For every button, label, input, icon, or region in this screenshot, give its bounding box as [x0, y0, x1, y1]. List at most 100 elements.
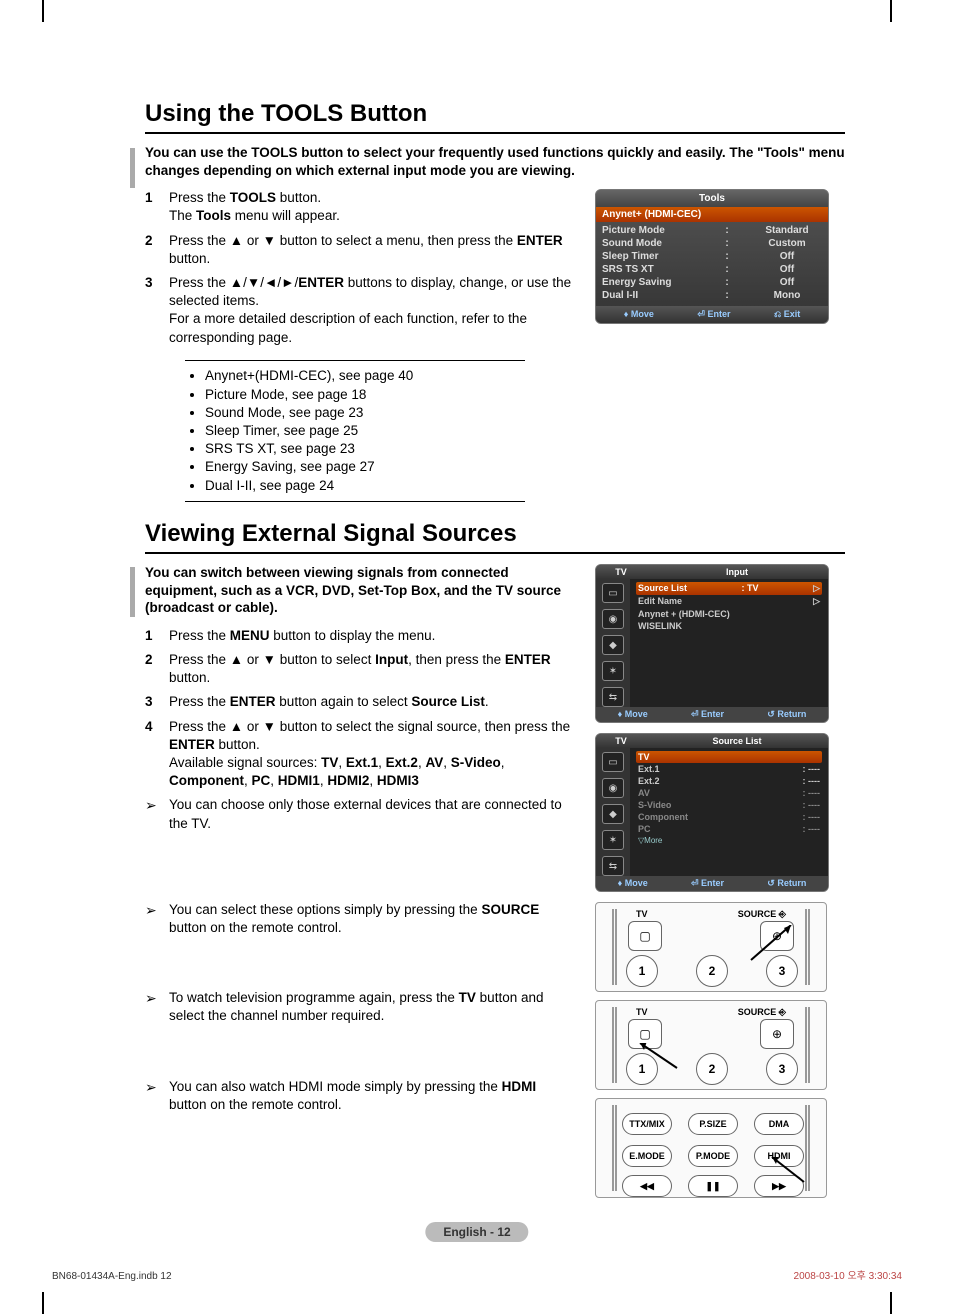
- step-body: Press the TOOLS button. The Tools menu w…: [169, 189, 575, 225]
- osd-item: Edit Name▷: [636, 595, 822, 608]
- channel-icon: ◆: [602, 635, 624, 655]
- osd-item: Anynet + (HDMI-CEC): [636, 608, 822, 620]
- bullet-item: Energy Saving, see page 27: [205, 458, 525, 476]
- osd-title: Tools: [596, 190, 828, 207]
- page-footer: English - 12: [425, 1222, 528, 1242]
- osd-item: WISELINK: [636, 620, 822, 632]
- step-number: 1: [145, 627, 169, 645]
- bullet-item: SRS TS XT, see page 23: [205, 440, 525, 458]
- indb-footer: BN68-01434A-Eng.indb 12: [52, 1271, 172, 1282]
- osd-highlight: Anynet+ (HDMI-CEC): [596, 207, 828, 222]
- input-icon: ⇆: [602, 687, 624, 707]
- remote-source-btn: ⊕: [760, 1019, 794, 1049]
- remote-hdmi: TTX/MIX P.SIZE DMA E.MODE P.MODE HDMI ◀◀…: [595, 1098, 827, 1198]
- note-arrow-icon: ➢: [145, 796, 169, 832]
- sound-icon: ◉: [602, 778, 624, 798]
- bullet-item: Sound Mode, see page 23: [205, 404, 525, 422]
- setup-icon: ✶: [602, 661, 624, 681]
- note-body: You can choose only those external devic…: [169, 796, 575, 832]
- channel-icon: ◆: [602, 804, 624, 824]
- setup-icon: ✶: [602, 830, 624, 850]
- note-arrow-icon: ➢: [145, 989, 169, 1025]
- input-icon: ⇆: [602, 856, 624, 876]
- osd-item: AV: ----: [636, 787, 822, 799]
- section-tools: Using the TOOLS Button You can use the T…: [145, 100, 845, 515]
- section-bar: [130, 567, 135, 617]
- note-body: You can also watch HDMI mode simply by p…: [169, 1078, 575, 1114]
- remote-3: 3: [766, 1053, 798, 1085]
- rule: [145, 132, 845, 134]
- step-body: Press the MENU button to display the men…: [169, 627, 575, 645]
- remote-source: TV SOURCE ⎆ ▢ ⊕ 1 2 3: [595, 902, 827, 992]
- osd-tools: Tools Anynet+ (HDMI-CEC) Picture Mode:St…: [595, 189, 829, 324]
- step-body: Press the ▲ or ▼ button to select Input,…: [169, 651, 575, 687]
- osd-item-hl: Source List : TV ▷: [636, 582, 822, 595]
- remote-psize: P.SIZE: [688, 1113, 738, 1135]
- note-body: To watch television programme again, pre…: [169, 989, 575, 1025]
- bullet-item: Picture Mode, see page 18: [205, 386, 525, 404]
- remote-tv: TV SOURCE ⎆ ▢ ⊕ 1 2 3: [595, 1000, 827, 1090]
- bullets-tools: Anynet+(HDMI-CEC), see page 40 Picture M…: [185, 360, 525, 502]
- step-number: 1: [145, 189, 169, 225]
- heading-sources: Viewing External Signal Sources: [145, 520, 845, 548]
- steps-tools: 1 Press the TOOLS button. The Tools menu…: [145, 189, 575, 515]
- section-bar: [130, 148, 135, 188]
- osd-foot-move: ♦ Move: [624, 309, 654, 320]
- step-body: Press the ▲ or ▼ button to select a menu…: [169, 232, 575, 268]
- crop-mark: [42, 1292, 44, 1314]
- step-number: 3: [145, 693, 169, 711]
- picture-icon: ▭: [602, 752, 624, 772]
- osd-item: S-Video: ----: [636, 799, 822, 811]
- step-body: Press the ENTER button again to select S…: [169, 693, 575, 711]
- bullet-item: Anynet+(HDMI-CEC), see page 40: [205, 367, 525, 385]
- sound-icon: ◉: [602, 609, 624, 629]
- remote-rew: ◀◀: [622, 1175, 672, 1197]
- arrow-icon: [632, 1043, 682, 1073]
- remote-emode: E.MODE: [622, 1145, 672, 1167]
- osd-tab: Source List: [646, 734, 828, 748]
- osd-source-list: TV Source List ▭ ◉ ◆ ✶ ⇆ TV E: [595, 733, 829, 892]
- crop-mark: [890, 1292, 892, 1314]
- osd-item: Ext.1: ----: [636, 763, 822, 775]
- remote-2: 2: [696, 1053, 728, 1085]
- intro-sources: You can switch between viewing signals f…: [145, 564, 575, 617]
- rule: [145, 552, 845, 554]
- step-number: 4: [145, 718, 169, 791]
- osd-tab: TV: [596, 734, 646, 748]
- note-body: You can select these options simply by p…: [169, 901, 575, 937]
- bullet-item: Dual I-II, see page 24: [205, 477, 525, 495]
- osd-tab: TV: [596, 565, 646, 579]
- note-arrow-icon: ➢: [145, 1078, 169, 1114]
- arrow-icon: [764, 1157, 809, 1187]
- osd-item-hl: TV: [636, 751, 822, 763]
- page: Using the TOOLS Button You can use the T…: [0, 0, 954, 1314]
- osd-item: Ext.2: ----: [636, 775, 822, 787]
- osd-input-menu: TV Input ▭ ◉ ◆ ✶ ⇆ Source: [595, 564, 829, 723]
- arrow-icon: [746, 925, 796, 965]
- step-number: 3: [145, 274, 169, 347]
- bullet-item: Sleep Timer, see page 25: [205, 422, 525, 440]
- remote-pmode: P.MODE: [688, 1145, 738, 1167]
- remote-2: 2: [696, 955, 728, 987]
- picture-icon: ▭: [602, 583, 624, 603]
- remote-1: 1: [626, 955, 658, 987]
- section-sources: Viewing External Signal Sources You can …: [145, 520, 845, 1206]
- remote-tv-btn: ▢: [628, 921, 662, 951]
- remote-pause: ❚❚: [688, 1175, 738, 1197]
- remote-ttx: TTX/MIX: [622, 1113, 672, 1135]
- remote-dma: DMA: [754, 1113, 804, 1135]
- note-arrow-icon: ➢: [145, 901, 169, 937]
- step-body: Press the ▲ or ▼ button to select the si…: [169, 718, 575, 791]
- step-body: Press the ▲/▼/◄/►/ENTER buttons to displ…: [169, 274, 575, 347]
- osd-foot-enter: ⏎ Enter: [697, 309, 730, 320]
- osd-tab: Input: [646, 565, 828, 579]
- step-number: 2: [145, 232, 169, 268]
- crop-mark: [890, 0, 892, 22]
- heading-tools: Using the TOOLS Button: [145, 100, 845, 128]
- osd-more: ▽More: [636, 835, 822, 846]
- crop-mark: [42, 0, 44, 22]
- step-number: 2: [145, 651, 169, 687]
- osd-item: PC: ----: [636, 823, 822, 835]
- osd-item: Component: ----: [636, 811, 822, 823]
- intro-tools: You can use the TOOLS button to select y…: [145, 144, 845, 179]
